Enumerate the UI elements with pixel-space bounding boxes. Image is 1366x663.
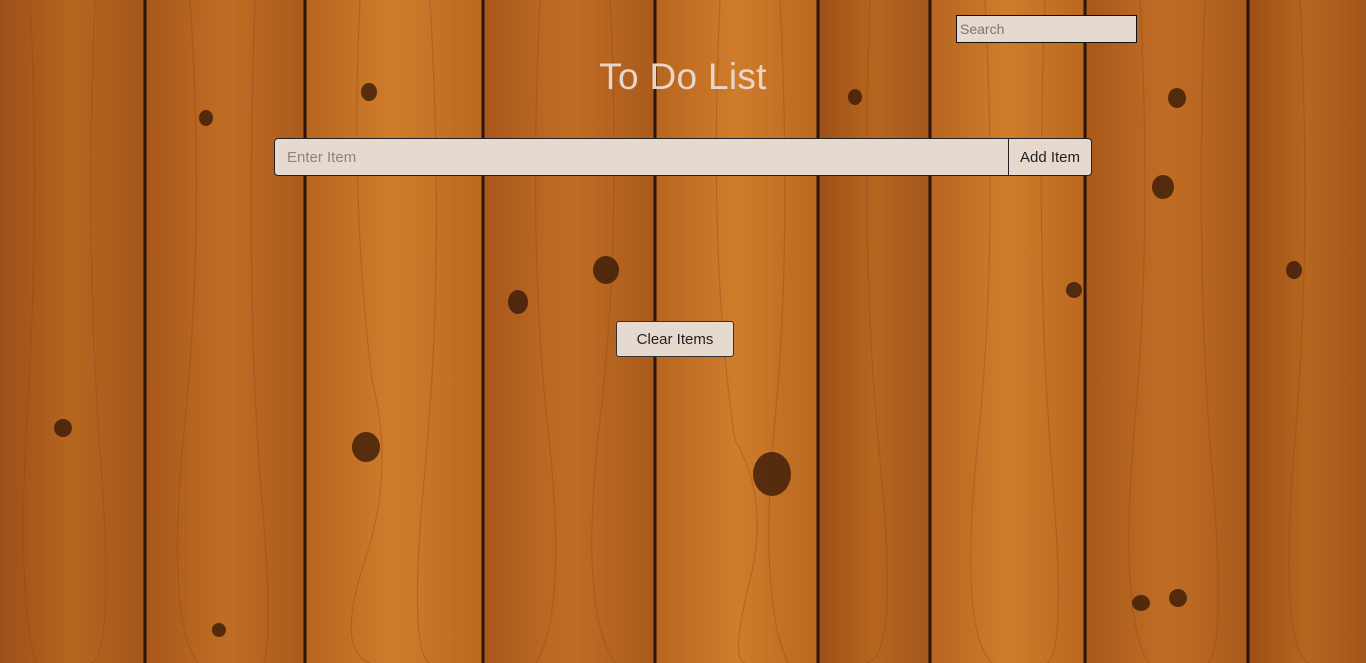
- clear-items-button[interactable]: Clear Items: [616, 321, 734, 357]
- add-item-button[interactable]: Add Item: [1009, 138, 1092, 176]
- search-input[interactable]: [956, 15, 1137, 43]
- item-input[interactable]: [274, 138, 1009, 176]
- page-title: To Do List: [599, 56, 767, 97]
- add-item-form: Add Item: [274, 138, 1092, 176]
